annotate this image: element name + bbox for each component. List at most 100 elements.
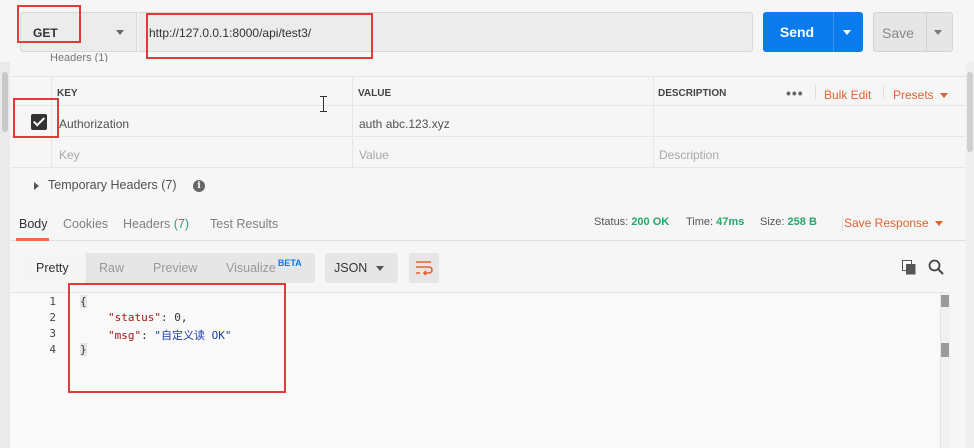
description-header-label: DESCRIPTION [658,88,727,99]
save-label: Save [882,25,914,41]
value-column-header: VALUE [353,77,654,105]
status-label: Status: [594,216,629,228]
view-mode-group: Pretty Raw Preview Visualize BETA [21,253,315,283]
code-open-brace: { [80,295,87,308]
chevron-down-icon [376,266,384,271]
headers-section-title: Headers (1) [50,52,109,62]
left-scrollbar-thumb[interactable] [2,72,8,132]
tab-headers[interactable]: Headers (7) [123,217,189,231]
send-button[interactable]: Send [763,12,863,52]
editor-scrollbar[interactable] [940,293,950,448]
save-dropdown-icon[interactable] [934,30,942,35]
tab-body[interactable]: Body [19,217,48,231]
save-response-label: Save Response [844,216,929,230]
value-input[interactable]: Value [353,138,654,167]
send-label: Send [779,24,815,40]
description-input[interactable]: Description [654,138,966,167]
visualize-label: Visualize [226,261,276,275]
presets-label: Presets [893,88,934,102]
view-preview-button[interactable]: Preview [153,253,197,283]
beta-badge: BETA [277,258,302,268]
scroll-marker [941,295,949,307]
wrap-lines-button[interactable] [409,253,439,283]
chevron-down-icon [934,221,943,227]
url-input[interactable]: http://127.0.0.1:8000/api/test3/ [138,12,753,52]
time-label: Time: [686,216,714,228]
format-select[interactable]: JSON [325,253,398,283]
send-dropdown-icon[interactable] [843,30,851,35]
send-divider [833,12,834,52]
more-options-icon[interactable]: ••• [786,85,804,101]
view-pretty-button[interactable]: Pretty [21,253,86,283]
method-label: GET [33,26,58,40]
header-enabled-checkbox[interactable] [31,114,47,130]
size-meta: Size: 258 B [760,216,817,228]
response-tabs: Body Cookies Headers (7) Test Results St… [10,203,966,241]
tab-headers-count: (7) [173,217,190,231]
expand-arrow-icon [34,181,39,190]
save-button[interactable]: Save [873,12,953,52]
checkbox-column [10,77,52,105]
save-response-dropdown[interactable]: Save Response [844,216,943,230]
line-number: 2 [49,311,56,324]
key-cell[interactable]: Authorization [52,107,353,136]
right-scrollbar[interactable] [966,62,974,448]
table-header-row: KEY VALUE DESCRIPTION ••• Bulk Edit Pres… [10,76,966,106]
left-scrollbar[interactable] [0,62,10,448]
value-cell[interactable]: auth abc.123.xyz [353,107,654,136]
save-divider [926,13,927,51]
info-icon[interactable]: i [193,180,205,192]
checkbox-cell [10,107,52,136]
key-placeholder: Key [59,148,80,162]
msg-key: "msg" [108,329,142,342]
code-line-msg: "msg": "自定义读 OK" [108,329,232,342]
status-meta: Status: 200 OK [594,216,669,228]
checkbox-cell [10,138,52,167]
tab-test-results[interactable]: Test Results [210,217,278,231]
wrap-icon [416,261,433,276]
status-key: "status" [108,311,161,324]
response-body-editor[interactable]: 1 2 3 4 { "status": 0, "msg": "自定义读 OK" … [10,292,950,448]
presets-dropdown[interactable]: Presets [893,88,948,102]
url-text: http://127.0.0.1:8000/api/test3/ [149,26,312,40]
time-value: 47ms [716,216,745,228]
line-number: 1 [49,295,56,308]
temporary-headers-label: Temporary Headers [48,178,158,192]
status-number: 0 [174,311,181,324]
toolbar-divider [883,85,884,99]
status-value: 200 OK [631,216,670,228]
chevron-down-icon [939,93,948,99]
description-cell[interactable] [654,107,966,136]
chevron-down-icon [116,30,124,35]
table-row-empty: Key Value Description [10,138,966,168]
format-label: JSON [334,261,368,275]
view-visualize-button[interactable]: Visualize BETA [226,253,302,283]
copy-icon[interactable] [902,260,916,275]
line-number: 4 [49,343,56,356]
temporary-headers-toggle[interactable]: Temporary Headers (7) [34,178,177,192]
bulk-edit-link[interactable]: Bulk Edit [824,88,871,102]
active-tab-indicator [16,238,49,241]
request-bar: GET http://127.0.0.1:8000/api/test3/ Sen… [0,0,974,64]
size-value: 258 B [787,216,817,228]
key-cell-text: Authorization [59,117,130,131]
code-line-status: "status": 0, [108,311,188,324]
value-cell-text: auth abc.123.xyz [359,117,450,131]
method-select[interactable]: GET [20,12,137,52]
key-input[interactable]: Key [52,138,353,167]
right-scrollbar-thumb[interactable] [967,72,973,152]
text-cursor-icon [320,96,327,112]
key-header-label: KEY [57,88,78,99]
tab-headers-label: Headers [123,217,171,231]
temporary-headers-count: (7) [161,178,177,192]
scroll-marker [941,343,949,357]
value-header-label: VALUE [358,88,392,99]
description-placeholder: Description [659,148,720,162]
tab-cookies[interactable]: Cookies [63,217,108,231]
view-raw-button[interactable]: Raw [99,253,124,283]
size-label: Size: [760,216,785,228]
search-icon[interactable] [928,259,944,275]
key-column-header: KEY [52,77,353,105]
toolbar-divider [815,85,816,99]
meta-divider [842,215,843,231]
